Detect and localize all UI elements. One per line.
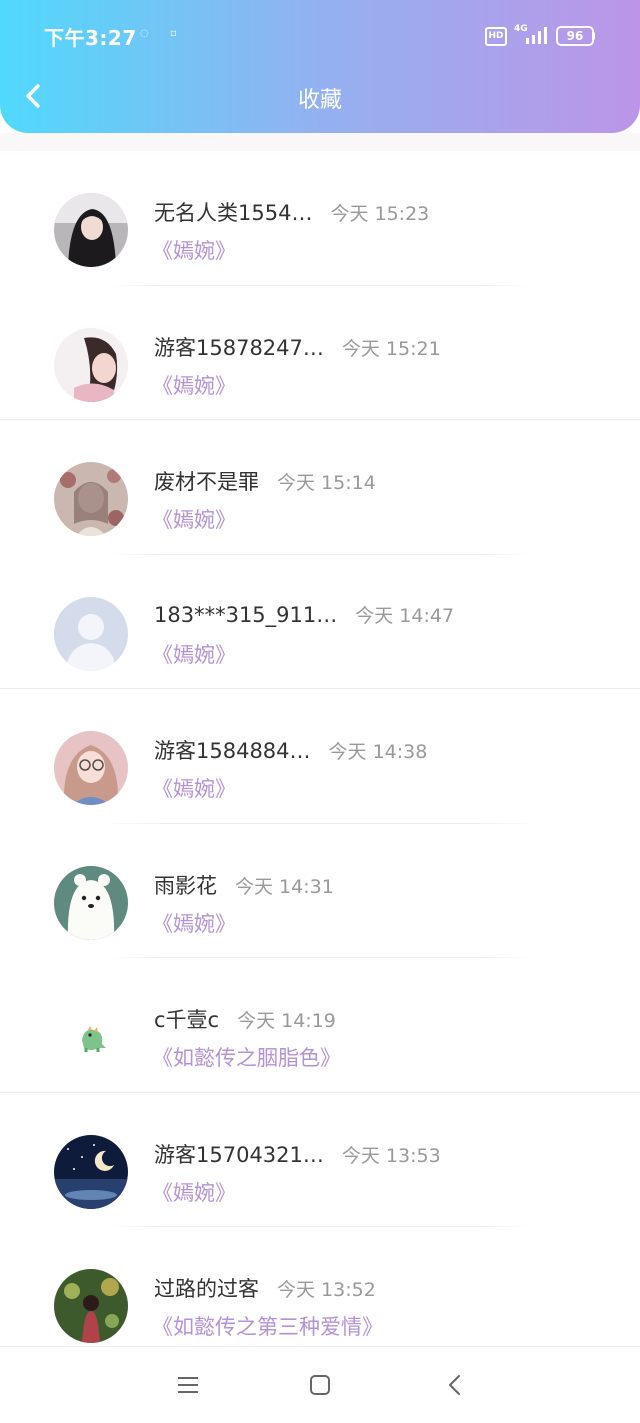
status-time: 下午3:27 — [44, 26, 137, 50]
user-name: 废材不是罪 今天 15:14 — [154, 470, 376, 494]
battery-tip — [592, 32, 595, 40]
book-title[interactable]: 《如懿传之第三种爱情》 — [152, 1311, 383, 1341]
list-item[interactable]: 游客1584884… 今天 14:38 《嫣婉》 — [0, 689, 640, 824]
back-triangle-icon[interactable] — [440, 1371, 470, 1399]
header-gap — [0, 133, 640, 151]
avatar — [54, 1134, 128, 1209]
book-title[interactable]: 《嫣婉》 — [152, 1177, 236, 1207]
list-item[interactable]: c千壹c 今天 14:19 《如懿传之胭脂色》 — [0, 958, 640, 1093]
page-title: 收藏 — [297, 88, 342, 113]
list-item[interactable]: 游客15878247… 今天 15:21 《嫣婉》 — [0, 286, 640, 420]
avatar — [54, 1269, 128, 1343]
favorites-list: 无名人类1554… 今天 15:23 《嫣婉》 游客15878247… 今天 15:… — [0, 151, 640, 1362]
system-nav-bar — [0, 1346, 640, 1423]
book-title[interactable]: 《嫣婉》 — [152, 773, 236, 803]
signal-icon — [526, 27, 547, 44]
list-item[interactable]: 废材不是罪 今天 15:14 《嫣婉》 — [0, 420, 640, 555]
app-header: 下午3:27 ◌ ▫ HD 4G 96 收藏 — [0, 0, 640, 133]
hd-badge: HD — [485, 27, 507, 46]
user-name: 雨影花 今天 14:31 — [154, 873, 334, 898]
user-name: 游客15704321… 今天 13:53 — [154, 1142, 441, 1167]
avatar — [54, 865, 128, 940]
list-item[interactable]: 过路的过客 今天 13:52 《如懿传之第三种爱情》 — [0, 1227, 640, 1362]
menu-icon[interactable] — [173, 1371, 203, 1399]
avatar — [54, 1000, 128, 1074]
user-name: 无名人类1554… 今天 15:23 — [154, 201, 430, 225]
avatar — [54, 193, 128, 267]
book-title[interactable]: 《嫣婉》 — [152, 504, 236, 534]
avatar — [54, 731, 128, 805]
timestamp: 今天 14:47 — [355, 604, 455, 627]
book-title[interactable]: 《如懿传之胭脂色》 — [152, 1042, 341, 1072]
timestamp: 今天 15:14 — [277, 472, 376, 494]
list-item[interactable]: 183***315_911… 今天 14:47 《嫣婉》 — [0, 555, 640, 689]
avatar — [54, 596, 128, 671]
notification-icon: ◌ — [140, 28, 149, 39]
book-title[interactable]: 《嫣婉》 — [152, 370, 236, 400]
home-square-icon[interactable] — [305, 1371, 335, 1399]
user-name: c千壹c 今天 14:19 — [154, 1008, 336, 1032]
user-name: 游客15878247… 今天 15:21 — [154, 335, 441, 360]
battery-indicator: 96 — [556, 26, 594, 46]
timestamp: 今天 14:38 — [328, 741, 428, 763]
timestamp: 今天 14:31 — [235, 875, 334, 898]
timestamp: 今天 15:23 — [330, 203, 430, 225]
book-title[interactable]: 《嫣婉》 — [152, 639, 236, 669]
timestamp: 今天 14:19 — [237, 1010, 336, 1032]
timestamp: 今天 15:21 — [341, 337, 441, 360]
notification-icon-2: ▫ — [170, 28, 177, 39]
timestamp: 今天 13:53 — [341, 1144, 441, 1167]
list-item[interactable]: 雨影花 今天 14:31 《嫣婉》 — [0, 824, 640, 958]
book-title[interactable]: 《嫣婉》 — [152, 235, 236, 265]
user-name: 183***315_911… 今天 14:47 — [154, 602, 455, 627]
list-item[interactable]: 无名人类1554… 今天 15:23 《嫣婉》 — [0, 151, 640, 286]
user-name: 游客1584884… 今天 14:38 — [154, 739, 428, 763]
avatar — [54, 327, 128, 402]
timestamp: 今天 13:52 — [277, 1279, 376, 1301]
book-title[interactable]: 《嫣婉》 — [152, 908, 236, 938]
avatar — [54, 462, 128, 536]
user-name: 过路的过客 今天 13:52 — [154, 1277, 376, 1301]
list-item[interactable]: 游客15704321… 今天 13:53 《嫣婉》 — [0, 1093, 640, 1227]
